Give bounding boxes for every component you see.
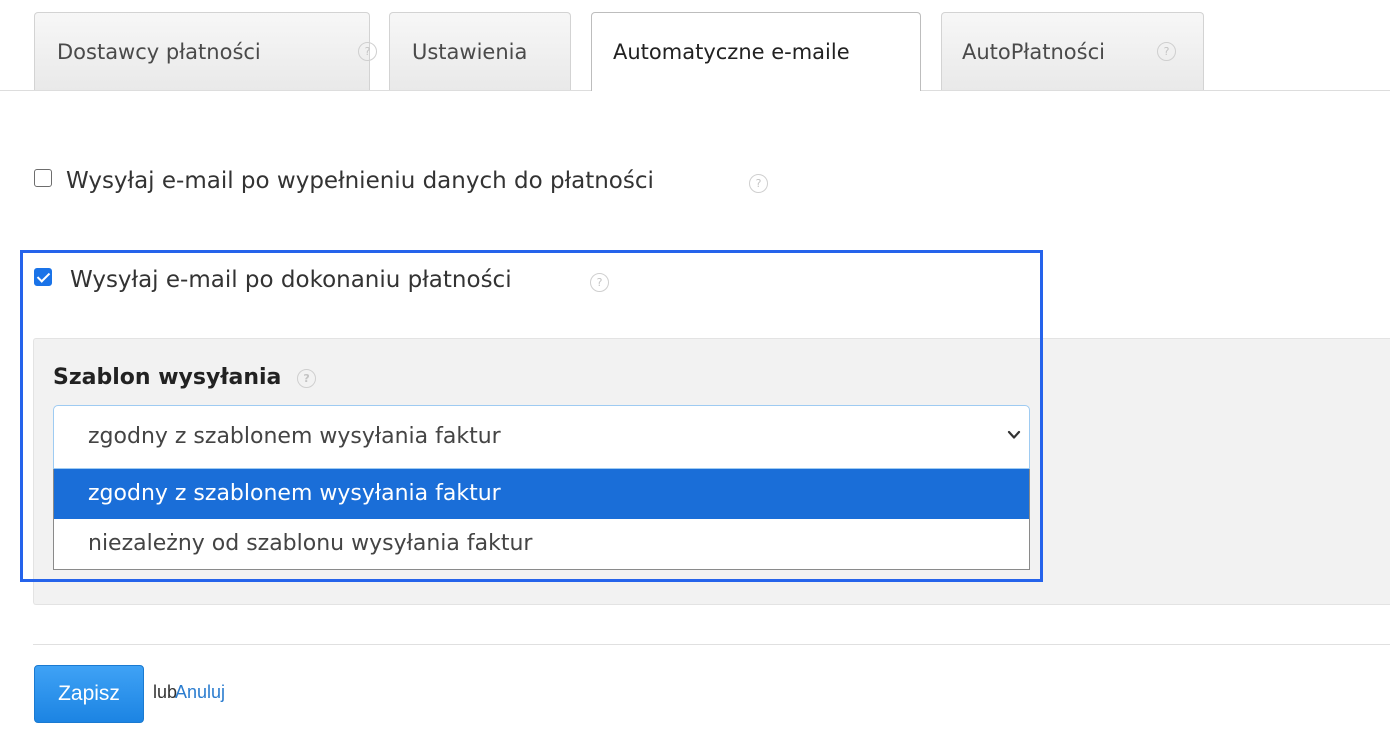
help-icon[interactable]: ?: [749, 174, 768, 193]
help-icon[interactable]: ?: [297, 368, 317, 388]
template-option-compliant[interactable]: zgodny z szablonem wysyłania faktur: [54, 469, 1029, 519]
tab-bar: Dostawcy płatności ? Ustawienia Automaty…: [0, 0, 1390, 91]
tab-autopayments[interactable]: AutoPłatności ?: [941, 12, 1204, 90]
send-after-payment-checkbox[interactable]: [34, 268, 52, 286]
send-after-filling-label[interactable]: Wysyłaj e-mail po wypełnieniu danych do …: [66, 168, 654, 194]
send-after-payment-label[interactable]: Wysyłaj e-mail po dokonaniu płatności: [70, 267, 512, 293]
or-text: lub: [153, 682, 178, 702]
tab-automatic-emails[interactable]: Automatyczne e-maile: [591, 12, 921, 91]
help-icon[interactable]: ?: [590, 273, 609, 292]
template-select[interactable]: zgodny z szablonem wysyłania faktur: [53, 405, 1030, 469]
template-options-list: zgodny z szablonem wysyłania faktur niez…: [53, 469, 1030, 570]
send-after-filling-checkbox[interactable]: [34, 169, 52, 187]
template-select-value: zgodny z szablonem wysyłania faktur: [88, 424, 501, 449]
template-option-independent[interactable]: niezależny od szablonu wysyłania faktur: [54, 519, 1029, 569]
template-title-text: Szablon wysyłania: [53, 365, 282, 390]
cancel-link[interactable]: Anuluj: [175, 682, 225, 703]
divider: [33, 644, 1390, 645]
tab-label: Dostawcy płatności: [57, 40, 261, 64]
tab-settings[interactable]: Ustawienia: [389, 12, 571, 90]
help-icon[interactable]: ?: [1157, 42, 1176, 61]
help-icon[interactable]: ?: [358, 42, 377, 61]
tab-label: Automatyczne e-maile: [613, 40, 850, 64]
chevron-down-icon: [1007, 430, 1021, 439]
save-button[interactable]: Zapisz: [34, 665, 144, 723]
tab-label: Ustawienia: [412, 40, 528, 64]
template-section-title: Szablon wysyłania ?: [53, 365, 317, 390]
tab-payment-providers[interactable]: Dostawcy płatności ?: [34, 12, 377, 90]
